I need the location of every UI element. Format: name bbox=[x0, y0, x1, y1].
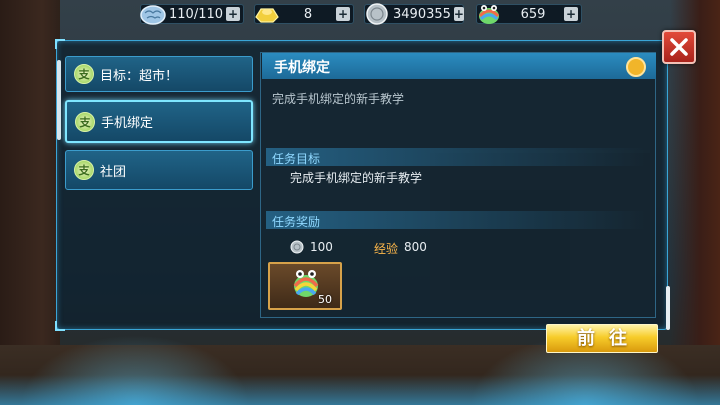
reward-heading: 任务奖励 bbox=[272, 215, 321, 229]
gold-counter: 8 + bbox=[254, 4, 354, 24]
fist-badge-icon bbox=[626, 57, 646, 77]
frog-value: 659 bbox=[520, 6, 546, 22]
mission-label: 目标：超市！ bbox=[100, 68, 179, 84]
go-button[interactable]: 前往 bbox=[546, 324, 658, 353]
bottom-glow bbox=[0, 375, 720, 405]
add-stamina-button[interactable]: + bbox=[226, 7, 240, 21]
stamina-value: 110/110 bbox=[169, 6, 224, 22]
silver-value: 3490355 bbox=[393, 6, 451, 22]
mission-detail-title: 手机绑定 bbox=[274, 60, 330, 76]
reward-item-count: 50 bbox=[318, 293, 332, 306]
branch-badge-icon: 支 bbox=[74, 160, 94, 180]
silver-coin-icon bbox=[290, 240, 304, 254]
add-silver-button[interactable]: + bbox=[453, 7, 464, 21]
silver-coin-icon bbox=[366, 3, 388, 25]
silver-counter: 3490355 + bbox=[364, 3, 464, 25]
mission-description: 完成手机绑定的新手教学 bbox=[272, 92, 405, 106]
exp-label: 经验 bbox=[374, 242, 399, 256]
resource-bar: 110/110 + 8 + 3490355 + 659 + bbox=[140, 3, 582, 26]
mission-item-phone-binding[interactable]: 支 手机绑定 bbox=[65, 100, 253, 143]
branch-badge-icon: 支 bbox=[74, 64, 94, 84]
close-button[interactable] bbox=[662, 30, 696, 64]
detail-scrollbar[interactable] bbox=[666, 286, 670, 330]
reward-item-slot[interactable]: 50 bbox=[268, 262, 342, 310]
add-frog-button[interactable]: + bbox=[564, 7, 578, 21]
brain-icon bbox=[140, 5, 166, 25]
add-gold-button[interactable]: + bbox=[336, 7, 350, 21]
mission-item-supermarket[interactable]: 支 目标：超市！ bbox=[65, 56, 253, 92]
close-icon bbox=[670, 38, 688, 56]
target-heading: 任务目标 bbox=[272, 152, 321, 166]
mission-item-club[interactable]: 支 社团 bbox=[65, 150, 253, 190]
panel-corner bbox=[55, 321, 65, 331]
mission-list-scrollbar[interactable] bbox=[57, 60, 61, 140]
mission-label: 手机绑定 bbox=[101, 116, 154, 131]
gold-value: 8 bbox=[303, 6, 313, 22]
panel-corner bbox=[55, 39, 65, 49]
stamina-counter: 110/110 + bbox=[140, 4, 244, 25]
rainbow-frog-icon bbox=[478, 5, 500, 24]
target-text: 完成手机绑定的新手教学 bbox=[290, 171, 423, 185]
target-section-header bbox=[266, 148, 646, 166]
branch-badge-icon: 支 bbox=[75, 111, 95, 132]
frog-counter: 659 + bbox=[476, 4, 582, 24]
exp-value: 800 bbox=[404, 240, 427, 254]
mission-label: 社团 bbox=[100, 164, 127, 180]
reward-section-header bbox=[266, 211, 646, 229]
reward-coin-amount: 100 bbox=[310, 240, 333, 254]
gold-ingot-icon bbox=[255, 8, 279, 23]
